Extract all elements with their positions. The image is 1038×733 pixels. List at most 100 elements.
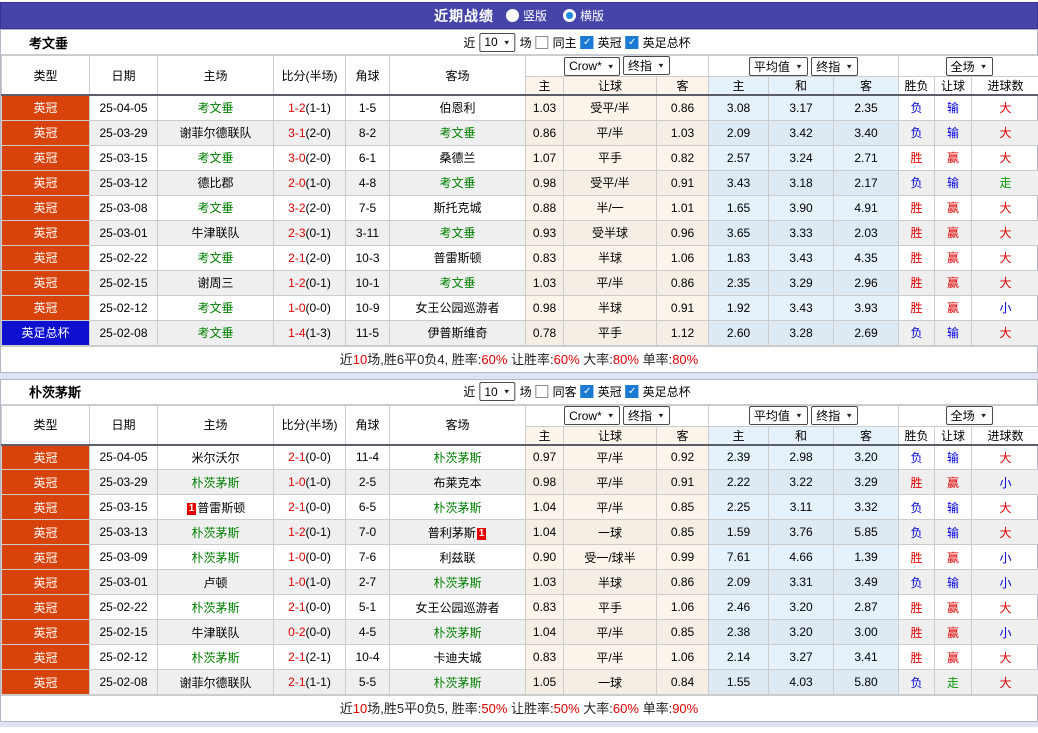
crow-odds-select[interactable]: Crow* ▼ <box>564 56 620 76</box>
match-row: 英冠 25-02-22 朴茨茅斯 2-1(0-0) 5-1 女王公园巡游者 0.83 平手 1.… <box>1 594 1038 620</box>
average-odds-select[interactable]: 平均值 ▼ <box>748 56 808 76</box>
layout-radio-horizontal[interactable]: 横版 <box>563 7 604 24</box>
cup-checkbox[interactable]: ✓ <box>625 35 639 49</box>
sub-col-header: 让球 <box>563 425 657 446</box>
cell-result: 赢 <box>934 619 973 645</box>
cell-result: 负 <box>898 94 936 121</box>
final-index-select[interactable]: 终指 ▼ <box>623 56 670 76</box>
red-card-badge: 1 <box>186 502 197 515</box>
cell-average-odds: 2.35 <box>708 269 770 296</box>
final-index-select[interactable]: 终指 ▼ <box>623 406 670 425</box>
final-index-select-2[interactable]: 终指 ▼ <box>811 406 859 425</box>
cell-result: 胜 <box>898 619 936 645</box>
matches-count-select[interactable]: 10 ▼ <box>479 382 516 401</box>
cell-competition: 英足总杯 <box>1 319 90 346</box>
league-checkbox[interactable]: ✓ <box>580 385 594 398</box>
cell-home-team: 卢顿 <box>157 569 274 595</box>
crow-odds-group-header: Crow* ▼ 终指 ▼ <box>524 404 710 427</box>
cell-result: 小 <box>971 294 1038 321</box>
league-checkbox[interactable]: ✓ <box>580 35 594 49</box>
cell-away-team: 女王公园巡游者 <box>389 294 526 321</box>
cell-result: 大 <box>971 244 1038 271</box>
cell-average-odds: 1.92 <box>708 294 770 321</box>
cell-average-odds: 2.39 <box>708 444 770 470</box>
final-index-select-2[interactable]: 终指 ▼ <box>811 56 859 76</box>
full-match-select[interactable]: 全场 ▼ <box>945 406 993 425</box>
sub-col-header: 主 <box>525 425 564 446</box>
cell-result: 负 <box>898 519 936 545</box>
filter-controls: 近 10 ▼ 场同主 ✓ 英冠 ✓ 英足总杯 <box>463 32 691 52</box>
summary-text: 近10场,胜6平0负4, 胜率:60% 让胜率:60% 大率:80% 单率:80… <box>1 345 1037 372</box>
cell-crow-odds: 0.92 <box>655 444 710 470</box>
full-match-group-header: 全场 ▼ <box>898 404 1038 427</box>
cell-date: 25-02-22 <box>89 244 158 271</box>
sub-col-header: 主 <box>708 76 770 96</box>
cell-crow-odds: 0.97 <box>525 444 564 470</box>
crow-odds-select[interactable]: Crow* ▼ <box>564 406 620 425</box>
match-row: 英冠 25-02-12 考文垂 1-0(0-0) 10-9 女王公园巡游者 0.98 半球 0.… <box>1 294 1038 321</box>
filter-controls: 近 10 ▼ 场同客 ✓ 英冠 ✓ 英足总杯 <box>463 382 691 401</box>
cell-competition: 英冠 <box>1 269 90 296</box>
chevron-down-icon: ▼ <box>502 387 511 396</box>
same-side-checkbox[interactable] <box>535 385 549 398</box>
cell-crow-odds: 一球 <box>563 519 657 545</box>
radio-icon[interactable] <box>563 9 576 22</box>
cell-crow-odds: 0.86 <box>525 119 564 146</box>
cell-result: 负 <box>898 169 936 196</box>
results-table: 类型 日期 主场 比分(半场) 角球 客场 Crow* ▼ 终指 ▼ 平均值 ▼ 终指 ▼ 全场 ▼ 主让球… <box>1 55 1038 346</box>
cell-average-odds: 3.24 <box>768 144 835 171</box>
cell-date: 25-03-01 <box>89 569 158 595</box>
cell-result: 赢 <box>934 294 973 321</box>
cell-home-team: 米尔沃尔 <box>157 444 274 470</box>
match-row: 英冠 25-03-08 考文垂 3-2(2-0) 7-5 斯托克城 0.88 半/一 1.01 1… <box>1 194 1038 221</box>
same-side-checkbox[interactable] <box>535 35 549 49</box>
cell-average-odds: 3.93 <box>833 294 900 321</box>
chevron-down-icon: ▼ <box>606 62 615 70</box>
matches-count-select[interactable]: 10 ▼ <box>479 32 516 52</box>
cell-result: 输 <box>934 169 973 196</box>
cell-average-odds: 3.49 <box>833 569 900 595</box>
cell-crow-odds: 1.06 <box>655 594 710 620</box>
red-card-badge: 1 <box>476 527 487 540</box>
cell-crow-odds: 0.85 <box>655 619 710 645</box>
layout-radio-vertical[interactable]: 竖版 <box>505 7 547 24</box>
cell-competition: 英冠 <box>1 144 90 171</box>
cell-result: 胜 <box>898 644 936 670</box>
match-row: 英冠 25-02-15 谢周三 1-2(0-1) 10-1 考文垂 1.03 平/半 0.86 2… <box>1 269 1038 296</box>
cell-home-team: 谢菲尔德联队 <box>157 119 274 146</box>
cup-checkbox[interactable]: ✓ <box>625 385 639 398</box>
cell-score: 2-1(2-0) <box>273 244 346 271</box>
cell-crow-odds: 平手 <box>563 144 657 171</box>
cell-average-odds: 2.09 <box>708 119 770 146</box>
cell-average-odds: 1.39 <box>833 544 900 570</box>
cell-crow-odds: 1.01 <box>655 194 710 221</box>
cell-result: 大 <box>971 594 1038 620</box>
cell-corners: 6-5 <box>345 494 390 520</box>
radio-icon[interactable] <box>505 9 519 22</box>
cell-away-team: 布莱克本 <box>389 469 526 495</box>
recent-results-page: 近期战绩 竖版 横版 考文垂近 10 ▼ 场同主 ✓ 英冠 ✓ 英足总杯 类型 日期 主场 比分(半场… <box>0 0 1038 727</box>
cell-result: 输 <box>934 119 973 146</box>
match-row: 英冠 25-03-15 1 普雷斯顿 2-1(0-0) 6-5 朴茨茅斯 1.04 平/半 0.8… <box>1 494 1038 520</box>
cell-result: 负 <box>898 119 936 146</box>
sub-col-header: 胜负 <box>898 425 936 446</box>
cell-away-team: 普利茅斯 1 <box>389 519 526 545</box>
cell-home-team: 朴茨茅斯 <box>157 544 274 570</box>
chevron-down-icon: ▼ <box>606 412 615 420</box>
cell-result: 大 <box>971 669 1038 695</box>
cell-score: 3-0(2-0) <box>273 144 346 171</box>
full-match-select[interactable]: 全场 ▼ <box>945 56 993 76</box>
team-section-1: 考文垂近 10 ▼ 场同主 ✓ 英冠 ✓ 英足总杯 类型 日期 主场 比分(半场) 角球 客场 Crow* ▼… <box>0 29 1038 373</box>
cell-average-odds: 3.65 <box>708 219 770 246</box>
summary-text: 近10场,胜5平0负5, 胜率:50% 让胜率:50% 大率:60% 单率:90… <box>1 695 1037 721</box>
cell-average-odds: 2.57 <box>708 144 770 171</box>
average-odds-select[interactable]: 平均值 ▼ <box>748 406 808 425</box>
match-row: 英冠 25-02-08 谢菲尔德联队 2-1(1-1) 5-5 朴茨茅斯 1.05 一球 0.8… <box>1 669 1038 695</box>
cell-crow-odds: 受半球 <box>563 219 657 246</box>
cell-corners: 10-3 <box>345 244 390 271</box>
cell-result: 输 <box>934 444 973 470</box>
cell-crow-odds: 平手 <box>563 319 657 346</box>
cell-competition: 英冠 <box>1 219 90 246</box>
cell-result: 胜 <box>898 544 936 570</box>
cell-result: 负 <box>898 444 936 470</box>
